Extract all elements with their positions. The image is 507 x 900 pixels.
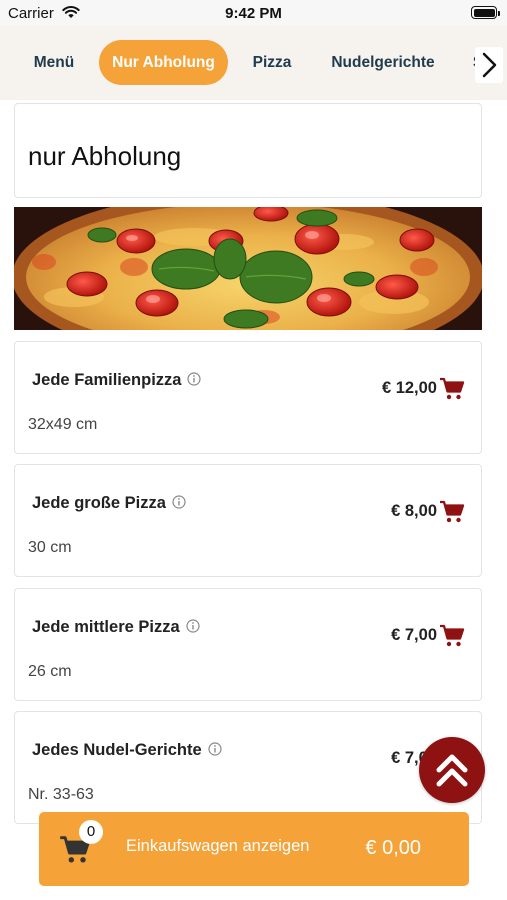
item-name: Jede große Pizza xyxy=(32,494,186,513)
battery-icon xyxy=(471,6,500,19)
cart-icon[interactable] xyxy=(439,500,465,524)
status-bar: Carrier 9:42 PM xyxy=(0,0,507,26)
view-cart-button[interactable]: 0 Einkaufswagen anzeigen € 0,00 xyxy=(39,812,469,886)
tab-scroll-next-button[interactable] xyxy=(475,47,503,83)
item-description: 26 cm xyxy=(28,663,72,680)
item-description: Nr. 33-63 xyxy=(28,786,94,803)
tab-nur-abholung[interactable]: Nur Abholung xyxy=(99,40,228,85)
info-icon[interactable] xyxy=(208,742,222,756)
cart-icon[interactable] xyxy=(439,377,465,401)
category-tab-bar: Menü Nur Abholung Pizza Nudelgerichte S xyxy=(0,26,507,100)
section-header-card: nur Abholung xyxy=(14,103,482,198)
cart-icon[interactable] xyxy=(439,624,465,648)
cart-count-badge: 0 xyxy=(79,820,103,844)
item-name: Jede Familienpizza xyxy=(32,371,202,390)
item-name: Jedes Nudel-Gerichte xyxy=(32,741,222,760)
item-price: € 8,00 xyxy=(391,502,437,520)
menu-item-card[interactable]: Jede große Pizza 30 cm € 8,00 xyxy=(14,464,482,577)
item-description: 30 cm xyxy=(28,539,72,556)
view-cart-label: Einkaufswagen anzeigen xyxy=(126,837,310,855)
menu-item-card[interactable]: Jede Familienpizza 32x49 cm € 12,00 xyxy=(14,341,482,454)
double-chevron-up-icon xyxy=(436,754,468,787)
info-icon[interactable] xyxy=(172,495,186,509)
tab-pizza[interactable]: Pizza xyxy=(240,40,304,85)
item-description: 32x49 cm xyxy=(28,416,98,433)
clock: 9:42 PM xyxy=(225,5,282,22)
menu-item-card[interactable]: Jedes Nudel-Gerichte Nr. 33-63 € 7,00 xyxy=(14,711,482,824)
section-title: nur Abholung xyxy=(28,141,182,171)
menu-item-card[interactable]: Jede mittlere Pizza 26 cm € 7,00 xyxy=(14,588,482,701)
info-icon[interactable] xyxy=(186,619,200,633)
info-icon[interactable] xyxy=(187,372,202,386)
item-name: Jede mittlere Pizza xyxy=(32,618,200,637)
tab-menu[interactable]: Menü xyxy=(18,40,90,85)
scroll-to-top-button[interactable] xyxy=(419,737,485,803)
item-price: € 12,00 xyxy=(381,379,437,397)
tab-nudelgerichte[interactable]: Nudelgerichte xyxy=(318,40,448,85)
cart-total: € 0,00 xyxy=(365,837,421,859)
section-banner-image xyxy=(14,207,482,330)
chevron-right-icon xyxy=(482,52,497,78)
item-price: € 7,00 xyxy=(391,626,437,644)
